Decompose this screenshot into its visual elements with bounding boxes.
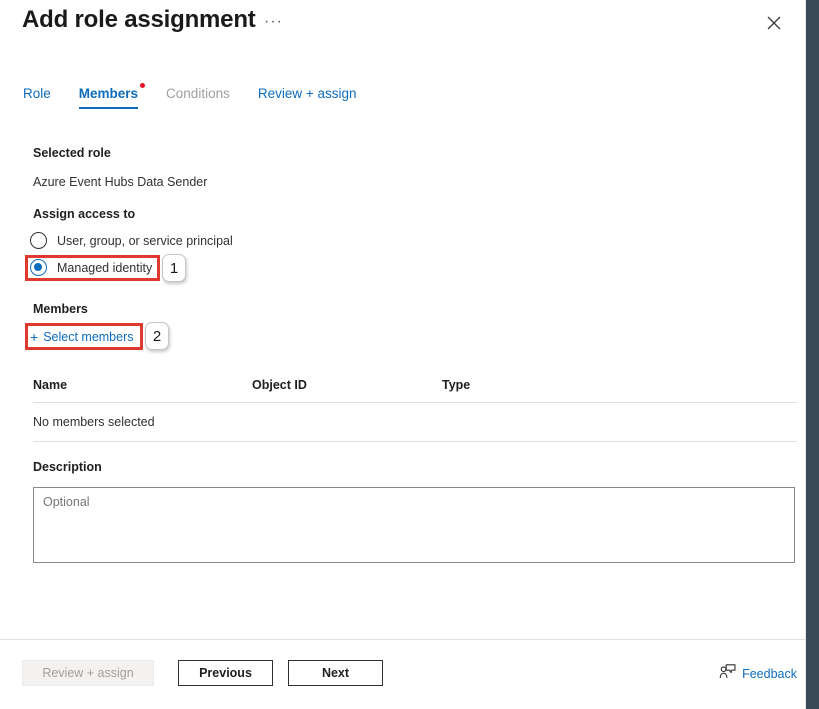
- description-input[interactable]: [33, 487, 795, 563]
- tab-members-alert-dot-icon: [140, 83, 145, 88]
- table-row-divider: [33, 441, 797, 442]
- assign-access-to-label: Assign access to: [33, 207, 135, 221]
- annotation-badge-1: 1: [162, 254, 186, 282]
- more-options-ellipsis-icon[interactable]: ···: [264, 14, 283, 30]
- wizard-tabs: Role Members Conditions Review + assign: [23, 86, 385, 116]
- column-header-type: Type: [442, 378, 622, 392]
- footer-divider: [0, 639, 806, 640]
- tab-members-label: Members: [79, 86, 138, 101]
- radio-user-group-service-principal-label: User, group, or service principal: [57, 234, 233, 248]
- tab-role[interactable]: Role: [23, 86, 51, 109]
- radio-indicator-checked-icon: [30, 259, 47, 276]
- tab-members[interactable]: Members: [79, 86, 138, 109]
- next-button[interactable]: Next: [288, 660, 383, 686]
- plus-icon: +: [30, 331, 38, 343]
- radio-indicator-unchecked-icon: [30, 232, 47, 249]
- selected-role-value: Azure Event Hubs Data Sender: [33, 175, 207, 189]
- page-title: Add role assignment: [22, 6, 256, 34]
- selected-role-label: Selected role: [33, 146, 111, 160]
- feedback-label: Feedback: [742, 667, 797, 681]
- members-table: Name Object ID Type No members selected: [33, 378, 797, 442]
- select-members-link[interactable]: + Select members: [30, 330, 134, 344]
- tab-role-label: Role: [23, 86, 51, 101]
- table-row-empty: No members selected: [33, 403, 797, 441]
- radio-managed-identity[interactable]: Managed identity: [30, 259, 152, 276]
- radio-user-group-service-principal[interactable]: User, group, or service principal: [30, 232, 233, 249]
- column-header-object-id: Object ID: [252, 378, 442, 392]
- tab-review-assign-label: Review + assign: [258, 86, 357, 101]
- blade-header: Add role assignment ···: [0, 0, 806, 52]
- previous-button[interactable]: Previous: [178, 660, 273, 686]
- empty-state-text: No members selected: [33, 415, 155, 429]
- members-table-header-row: Name Object ID Type: [33, 378, 797, 402]
- blade-right-edge: [806, 0, 819, 709]
- feedback-person-icon: [719, 664, 736, 684]
- tab-review-assign[interactable]: Review + assign: [258, 86, 357, 109]
- annotation-badge-2: 2: [145, 322, 169, 350]
- select-members-label: Select members: [43, 330, 133, 344]
- members-label: Members: [33, 302, 88, 316]
- review-assign-button[interactable]: Review + assign: [22, 660, 154, 686]
- close-icon[interactable]: [760, 9, 788, 37]
- column-header-name: Name: [33, 378, 252, 392]
- add-role-assignment-blade: Add role assignment ··· Role Members Con…: [0, 0, 819, 709]
- tab-conditions-label: Conditions: [166, 86, 230, 101]
- description-label: Description: [33, 460, 102, 474]
- radio-managed-identity-label: Managed identity: [57, 261, 152, 275]
- feedback-link[interactable]: Feedback: [719, 664, 797, 684]
- tab-conditions[interactable]: Conditions: [166, 86, 230, 109]
